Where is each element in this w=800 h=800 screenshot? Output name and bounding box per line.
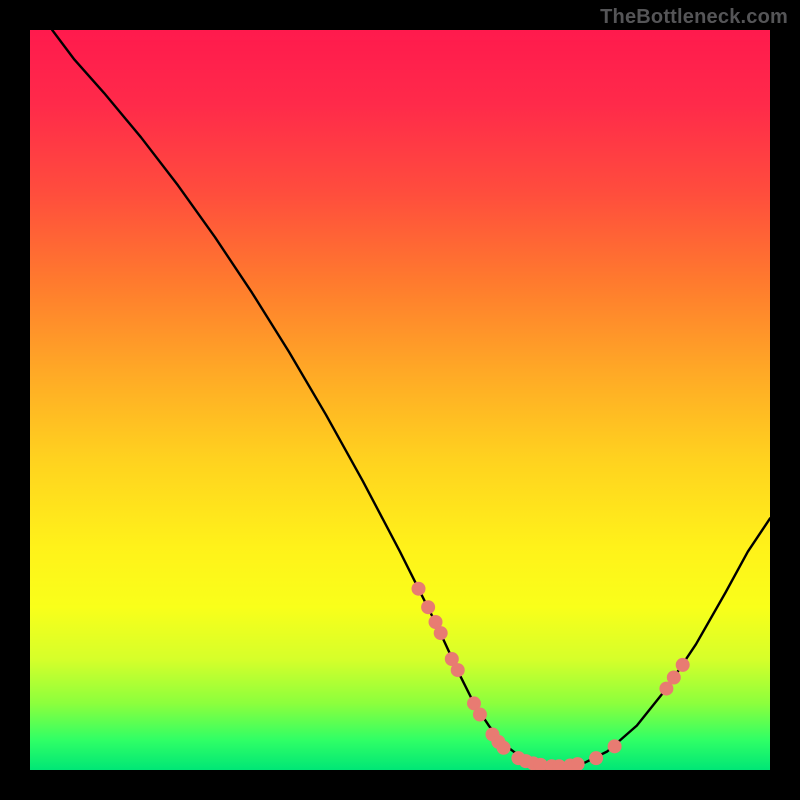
data-marker (421, 600, 435, 614)
bottleneck-curve (52, 30, 770, 766)
marker-layer (412, 582, 690, 770)
data-marker (667, 671, 681, 685)
data-marker (451, 663, 465, 677)
plot-area (30, 30, 770, 770)
data-marker (571, 757, 585, 770)
data-marker (608, 739, 622, 753)
data-marker (676, 658, 690, 672)
data-marker (589, 751, 603, 765)
curve-layer (52, 30, 770, 766)
data-marker (473, 708, 487, 722)
data-marker (497, 741, 511, 755)
chart-svg (30, 30, 770, 770)
data-marker (434, 626, 448, 640)
watermark-text: TheBottleneck.com (600, 6, 788, 29)
bottleneck-chart: TheBottleneck.com (0, 0, 800, 800)
data-marker (412, 582, 426, 596)
